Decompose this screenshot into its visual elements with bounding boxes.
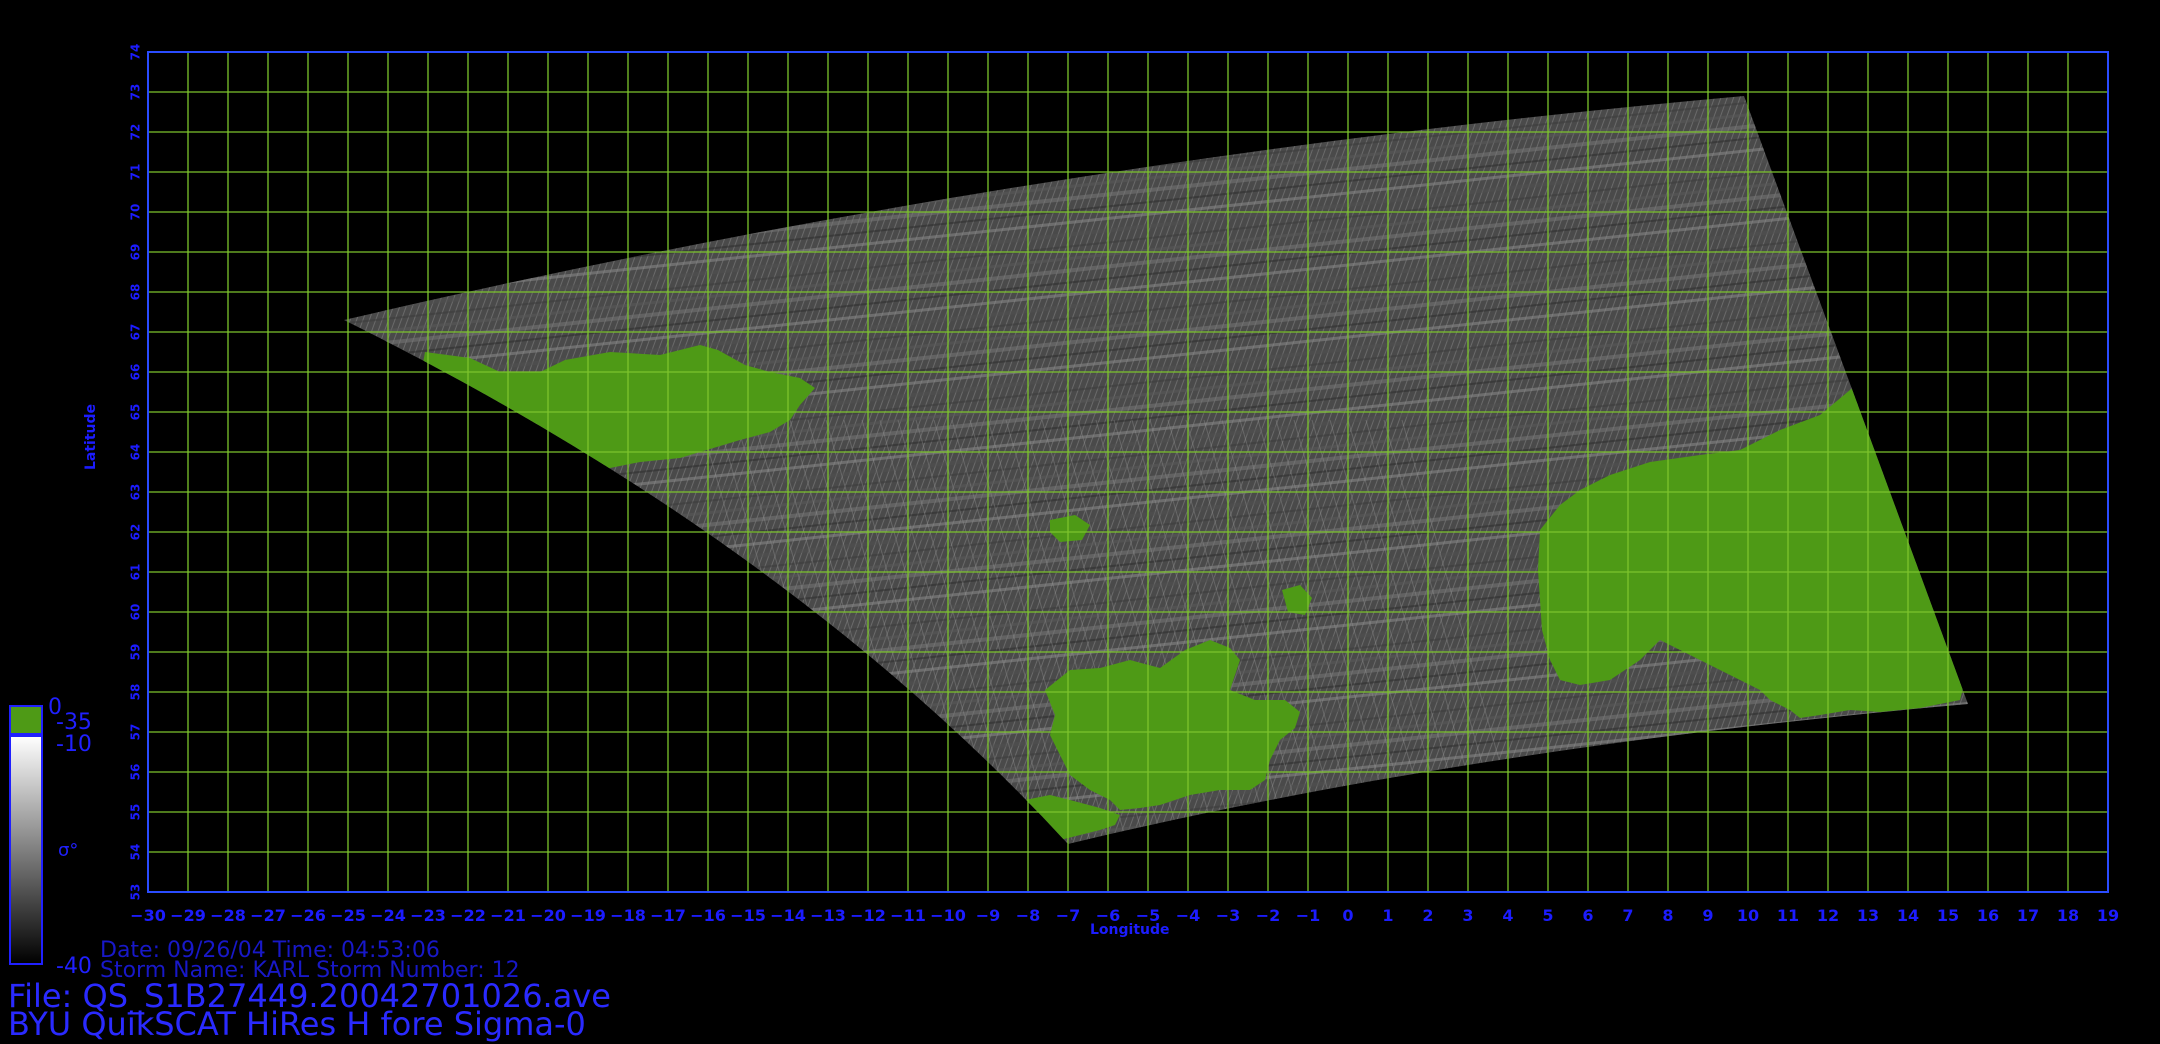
longitude-tick-label: 11: [1777, 906, 1799, 925]
product-title-line: BYU QuikSCAT HiRes H fore Sigma-0: [8, 1005, 586, 1043]
longitude-tick-label: −1: [1296, 906, 1321, 925]
longitude-tick-label: 1: [1382, 906, 1393, 925]
longitude-tick-label: 12: [1817, 906, 1839, 925]
latitude-tick-label: 71: [129, 164, 143, 181]
latitude-tick-label: 56: [129, 764, 143, 781]
latitude-tick-label: 60: [129, 604, 143, 621]
longitude-tick-label: −3: [1216, 906, 1241, 925]
latitude-tick-label: 57: [129, 724, 143, 741]
latitude-tick-label: 74: [129, 44, 143, 61]
longitude-tick-label: −24: [370, 906, 406, 925]
longitude-tick-label: 13: [1857, 906, 1879, 925]
longitude-tick-label: −21: [490, 906, 526, 925]
longitude-tick-label: −11: [890, 906, 926, 925]
colorbar-sigma-symbol: σ°: [58, 840, 79, 861]
longitude-tick-label: 5: [1542, 906, 1553, 925]
longitude-tick-label: 7: [1622, 906, 1633, 925]
longitude-tick-label: −28: [210, 906, 246, 925]
longitude-tick-label: −29: [170, 906, 206, 925]
latitude-tick-label: 68: [129, 284, 143, 301]
longitude-tick-label: −26: [290, 906, 326, 925]
latitude-tick-label: 63: [129, 484, 143, 501]
longitude-tick-label: 14: [1897, 906, 1919, 925]
longitude-tick-label: −19: [570, 906, 606, 925]
longitude-tick-label: 15: [1937, 906, 1959, 925]
latitude-tick-label: 54: [129, 844, 143, 861]
longitude-tick-label: −8: [1016, 906, 1041, 925]
latitude-tick-label: 65: [129, 404, 143, 421]
longitude-tick-label: 8: [1662, 906, 1673, 925]
map-figure: −30 −29 −28 −27 −26 −25 −24 −23 −22 −21 −20 −19 −18−…: [0, 0, 2160, 1040]
longitude-tick-label: −16: [690, 906, 726, 925]
latitude-tick-label: 58: [129, 684, 143, 701]
longitude-tick-label: −20: [530, 906, 566, 925]
latitude-tick-label: 61: [129, 564, 143, 581]
x-axis-title: Longitude: [1090, 922, 1170, 938]
longitude-tick-label: 16: [1977, 906, 1999, 925]
latitude-tick-label: 72: [129, 124, 143, 141]
map-plot: −30 −29 −28 −27 −26 −25 −24 −23 −22 −21 −20 −19 −18−…: [9, 44, 2119, 965]
longitude-tick-label: −17: [650, 906, 686, 925]
longitude-tick-label: 18: [2057, 906, 2079, 925]
latitude-tick-label: 66: [129, 364, 143, 381]
longitude-tick-label: −4: [1176, 906, 1201, 925]
longitude-tick-label: −14: [770, 906, 806, 925]
colorbar-land-segment: [9, 705, 43, 735]
colorbar-sigma-segment: [9, 735, 43, 965]
longitude-tick-label: −22: [450, 906, 486, 925]
longitude-tick-label: 2: [1422, 906, 1433, 925]
longitude-tick-label: 4: [1502, 906, 1513, 925]
longitude-tick-label: −2: [1256, 906, 1281, 925]
latitude-tick-label: 53: [129, 884, 143, 901]
latitude-tick-label: 62: [129, 524, 143, 541]
longitude-tick-label: −10: [930, 906, 966, 925]
longitude-tick-label: −12: [850, 906, 886, 925]
longitude-tick-label: −13: [810, 906, 846, 925]
longitude-tick-label: 3: [1462, 906, 1473, 925]
longitude-tick-label: 9: [1702, 906, 1713, 925]
latitude-tick-label: 69: [129, 244, 143, 261]
longitude-tick-label: −18: [610, 906, 646, 925]
y-axis-title: Latitude: [83, 403, 99, 470]
longitude-tick-label: −23: [410, 906, 446, 925]
latitude-tick-label: 70: [129, 204, 143, 221]
colorbar-max-label: -10: [56, 732, 92, 757]
longitude-tick-label: −15: [730, 906, 766, 925]
longitude-tick-label: −30: [130, 906, 166, 925]
longitude-tick-label: 6: [1582, 906, 1593, 925]
longitude-tick-label: −25: [330, 906, 366, 925]
longitude-tick-label: −7: [1056, 906, 1081, 925]
colorbar-land-bottom-label: -35: [56, 710, 92, 735]
latitude-tick-label: 64: [129, 444, 143, 461]
longitude-tick-label: −9: [976, 906, 1001, 925]
longitude-tick-label: 19: [2097, 906, 2119, 925]
latitude-tick-label: 73: [129, 84, 143, 101]
swath-streak: [344, 96, 1968, 113]
longitude-tick-label: 17: [2017, 906, 2039, 925]
latitude-tick-labels: 53 54 55 56 57 58 59 60 61 62 63 64 65 66 67 68 69 70 71 72…: [129, 44, 143, 901]
latitude-tick-label: 59: [129, 644, 143, 661]
longitude-tick-label: 0: [1342, 906, 1353, 925]
longitude-tick-label: −27: [250, 906, 286, 925]
latitude-tick-label: 67: [129, 324, 143, 341]
longitude-tick-label: 10: [1737, 906, 1759, 925]
colorbar-min-label: -40: [56, 954, 92, 979]
latitude-tick-label: 55: [129, 804, 143, 821]
